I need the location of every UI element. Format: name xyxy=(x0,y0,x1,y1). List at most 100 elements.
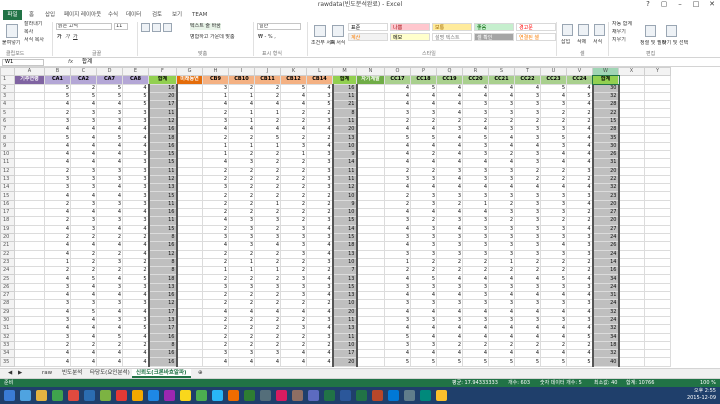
cell[interactable]: 4 xyxy=(540,91,567,102)
cell[interactable] xyxy=(644,166,671,176)
cell[interactable]: 16 xyxy=(147,141,178,151)
cell[interactable]: 3 xyxy=(254,232,281,243)
cell[interactable]: 3 xyxy=(462,149,489,160)
column-header[interactable]: N xyxy=(356,66,385,77)
row-number[interactable]: 27 xyxy=(0,290,15,301)
cell[interactable]: 3 xyxy=(96,315,123,326)
cell[interactable]: 3 xyxy=(228,232,255,243)
cell[interactable] xyxy=(14,199,45,210)
cell[interactable]: 2 xyxy=(514,174,541,185)
cell[interactable]: 4 xyxy=(410,324,437,334)
cell[interactable]: 4 xyxy=(122,290,149,301)
cell[interactable]: 3 xyxy=(280,232,307,243)
app-icon[interactable] xyxy=(164,390,175,401)
cell[interactable]: 4 xyxy=(96,349,123,359)
cell[interactable]: 4 xyxy=(228,125,255,135)
cell[interactable]: 2 xyxy=(254,290,281,301)
cell[interactable]: 5 xyxy=(96,332,123,342)
cell[interactable]: 4 xyxy=(436,290,463,301)
cell[interactable]: 4 xyxy=(306,274,333,284)
cell[interactable]: 3 xyxy=(540,125,567,135)
row-number[interactable]: 29 xyxy=(0,307,15,317)
cell[interactable]: 4 xyxy=(540,183,567,193)
cell[interactable]: 4 xyxy=(540,307,567,317)
row-number[interactable]: 28 xyxy=(0,299,15,309)
cell[interactable]: 2 xyxy=(384,116,411,127)
cell[interactable]: 13 xyxy=(331,290,358,301)
cell[interactable]: 13 xyxy=(331,274,358,284)
cell[interactable]: 3 xyxy=(228,282,255,293)
cell[interactable]: 3 xyxy=(280,290,307,301)
name-box[interactable]: W1 xyxy=(2,59,44,66)
cell[interactable]: 2 xyxy=(122,340,149,351)
cell[interactable] xyxy=(618,266,645,276)
cell[interactable]: 34 xyxy=(591,274,620,284)
cell[interactable]: 5 xyxy=(436,357,463,367)
cell[interactable]: 4 xyxy=(566,290,593,301)
cell[interactable]: 3 xyxy=(462,174,489,185)
cell[interactable]: 4 xyxy=(566,100,593,110)
cell[interactable]: 4 xyxy=(306,357,333,367)
cell[interactable]: 4 xyxy=(462,91,489,102)
cell[interactable]: 3 xyxy=(462,249,489,259)
cell[interactable]: 4 xyxy=(202,100,229,110)
cell[interactable]: 3 xyxy=(96,174,123,185)
header-cell[interactable]: CB9 xyxy=(202,75,229,85)
cell[interactable] xyxy=(618,141,645,151)
cell[interactable] xyxy=(176,216,203,226)
cell[interactable]: 4 xyxy=(410,141,437,151)
cell[interactable]: 3 xyxy=(462,166,489,176)
cell[interactable]: 4 xyxy=(280,125,307,135)
cell[interactable]: 4 xyxy=(514,349,541,359)
cell[interactable]: 2 xyxy=(228,183,255,193)
cell[interactable]: 2 xyxy=(202,224,229,234)
cell[interactable]: 4 xyxy=(436,224,463,234)
cell[interactable]: 3 xyxy=(488,100,515,110)
cell[interactable]: 3 xyxy=(566,299,593,309)
cell[interactable]: 20 xyxy=(591,166,620,176)
cell[interactable]: 4 xyxy=(462,125,489,135)
cell[interactable] xyxy=(176,199,203,210)
align-top-icon[interactable] xyxy=(141,23,150,32)
cell[interactable]: 2 xyxy=(202,299,229,309)
cell[interactable]: 2 xyxy=(280,315,307,326)
cell[interactable]: 2 xyxy=(254,324,281,334)
cell[interactable] xyxy=(14,191,45,201)
cell[interactable]: 4 xyxy=(462,332,489,342)
cell[interactable]: 4 xyxy=(70,100,97,110)
cell-style[interactable]: 셀 확인 xyxy=(474,33,514,41)
row-number[interactable]: 16 xyxy=(0,199,15,210)
cell[interactable]: 10 xyxy=(331,257,358,268)
cell[interactable]: 4 xyxy=(436,158,463,168)
cell[interactable]: 28 xyxy=(591,125,620,135)
cell[interactable]: 3 xyxy=(228,241,255,251)
cell[interactable]: 4 xyxy=(44,100,71,110)
cell[interactable]: 3 xyxy=(488,282,515,293)
cell[interactable]: 3 xyxy=(410,340,437,351)
cell[interactable]: 3 xyxy=(70,108,97,118)
sort-filter-icon[interactable] xyxy=(645,25,656,37)
cell[interactable]: 34 xyxy=(591,332,620,342)
cell[interactable]: 3 xyxy=(228,224,255,234)
cell[interactable]: 3 xyxy=(280,324,307,334)
cell[interactable]: 3 xyxy=(514,241,541,251)
cell[interactable] xyxy=(644,224,671,234)
cell[interactable]: 15 xyxy=(147,224,178,234)
cell[interactable]: 2 xyxy=(540,216,567,226)
cell[interactable]: 2 xyxy=(202,340,229,351)
cell[interactable]: 3 xyxy=(122,116,149,127)
cell[interactable]: 5 xyxy=(306,100,333,110)
column-header[interactable]: E xyxy=(122,66,149,77)
cell[interactable]: 3 xyxy=(410,249,437,259)
cell[interactable]: 1 xyxy=(228,257,255,268)
cell[interactable]: 16 xyxy=(147,125,178,135)
copy-button[interactable]: 복사 xyxy=(24,29,33,36)
cell[interactable]: 4 xyxy=(44,349,71,359)
row-number[interactable]: 25 xyxy=(0,274,15,284)
currency-button[interactable]: ₩ - % , xyxy=(258,34,276,41)
cell[interactable]: 3 xyxy=(540,208,567,218)
underline-button[interactable]: 가 xyxy=(73,34,78,41)
cell[interactable]: 3 xyxy=(202,349,229,359)
cell[interactable]: 4 xyxy=(566,125,593,135)
cell[interactable]: 3 xyxy=(462,232,489,243)
